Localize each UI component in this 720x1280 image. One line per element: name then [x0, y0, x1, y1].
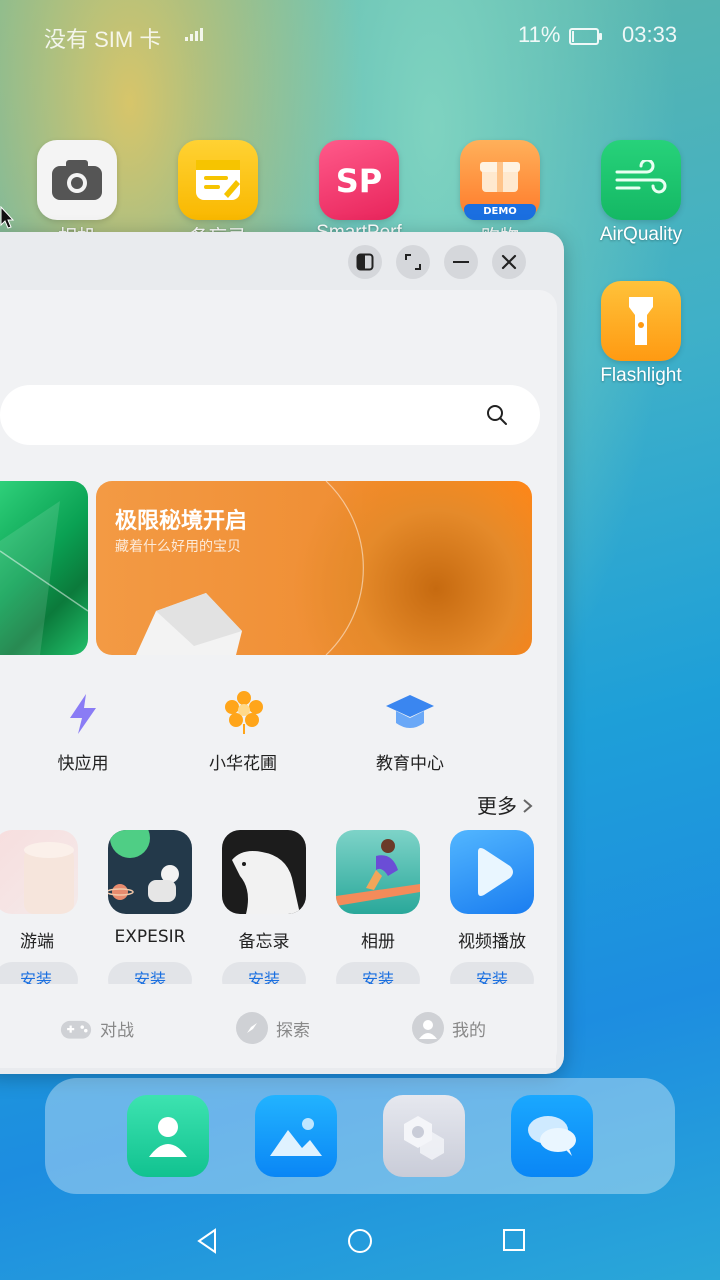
app-label-airquality: AirQuality — [599, 224, 683, 245]
clock: 03:33 — [622, 22, 678, 47]
game-icon[interactable] — [0, 830, 78, 914]
demo-badge: DEMO — [464, 204, 536, 220]
split-screen-button[interactable] — [348, 245, 382, 279]
app-camera[interactable] — [37, 140, 117, 220]
game-name: 视频播放 — [458, 932, 526, 952]
svg-text:SP: SP — [336, 162, 383, 200]
game-icon[interactable] — [336, 830, 420, 914]
flower-icon[interactable] — [224, 690, 264, 734]
messages-icon — [528, 1116, 576, 1156]
split-screen-icon — [356, 253, 374, 271]
dock-gallery[interactable] — [255, 1095, 337, 1177]
chevron-right-icon — [523, 799, 533, 813]
dock-contacts[interactable] — [127, 1095, 209, 1177]
status-bar: 没有 SIM 卡 11% 03:33 — [0, 0, 720, 70]
memo-icon — [196, 160, 240, 200]
battery-icon — [569, 28, 602, 45]
game-name: 备忘录 — [238, 932, 290, 952]
battery-percent: 11% — [518, 22, 561, 47]
user-icon — [412, 1012, 444, 1044]
more-label: 更多 — [477, 794, 517, 818]
tab-battle[interactable]: 对战 — [60, 1012, 134, 1044]
app-airquality[interactable] — [601, 140, 681, 220]
search-bar[interactable] — [0, 385, 540, 445]
tab-label: 对战 — [100, 1020, 134, 1041]
gallery-icon — [270, 1118, 322, 1156]
close-button[interactable] — [492, 245, 526, 279]
banner-title: 极限秘境开启 — [115, 509, 248, 534]
banner-left[interactable] — [0, 481, 88, 655]
tab-explore[interactable]: 探索 — [236, 1012, 310, 1044]
minimize-icon — [453, 261, 469, 263]
dock-settings[interactable] — [383, 1095, 465, 1177]
game-icon[interactable] — [450, 830, 534, 914]
carrier-text: 没有 SIM 卡 — [44, 27, 162, 52]
recents-icon[interactable] — [502, 1228, 526, 1252]
back-icon[interactable] — [196, 1228, 218, 1254]
tab-label: 探索 — [276, 1020, 310, 1041]
shopping-icon — [480, 162, 520, 192]
compass-icon — [236, 1012, 268, 1044]
game-name: EXPESIR — [114, 927, 186, 947]
close-icon — [501, 254, 517, 270]
signal-icon — [185, 28, 203, 41]
camera-icon — [52, 160, 102, 200]
tab-label: 我的 — [452, 1020, 486, 1041]
quick-entry-label[interactable]: 快应用 — [23, 749, 143, 774]
maximize-icon — [405, 254, 421, 270]
tab-mine[interactable]: 我的 — [412, 1012, 486, 1044]
maximize-button[interactable] — [396, 245, 430, 279]
app-flashlight[interactable] — [601, 281, 681, 361]
more-link[interactable]: 更多 — [477, 790, 535, 819]
settings-hex-icon — [404, 1116, 444, 1160]
game-name: 游端 — [20, 932, 54, 952]
quick-entry-label[interactable]: 教育中心 — [350, 749, 470, 774]
game-icon[interactable] — [222, 830, 306, 914]
quick-entry-label[interactable]: 小华花圃 — [183, 749, 303, 774]
minimize-button[interactable] — [444, 245, 478, 279]
game-name: 相册 — [361, 932, 395, 952]
home-icon[interactable] — [347, 1228, 373, 1254]
app-label-flashlight: Flashlight — [600, 365, 682, 386]
flashlight-icon — [629, 297, 653, 345]
wind-icon — [615, 160, 667, 194]
game-icon[interactable] — [108, 830, 192, 914]
search-icon[interactable] — [486, 404, 508, 426]
mouse-cursor-icon — [0, 206, 14, 229]
gamepad-icon — [60, 1012, 92, 1044]
lightning-icon[interactable] — [66, 692, 100, 736]
app-smartperf[interactable]: SP — [319, 140, 399, 220]
banner-subtitle: 藏着什么好用的宝贝 — [115, 539, 241, 555]
contacts-icon — [149, 1117, 187, 1157]
app-shopping[interactable]: DEMO — [460, 140, 540, 220]
app-memo[interactable] — [178, 140, 258, 220]
smartperf-icon: SP — [336, 162, 383, 200]
graduation-cap-icon[interactable] — [384, 693, 436, 733]
dock-messages[interactable] — [511, 1095, 593, 1177]
